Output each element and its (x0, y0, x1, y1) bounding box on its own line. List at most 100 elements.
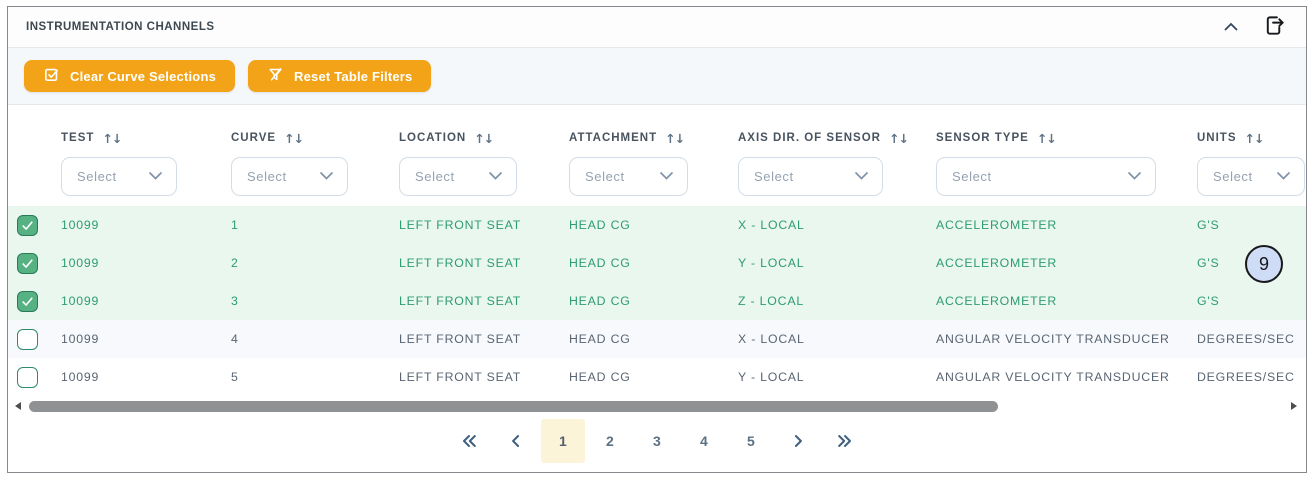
page-button-2[interactable]: 2 (588, 419, 632, 463)
filter-select-value: Select (754, 169, 794, 184)
scroll-left-arrow[interactable] (15, 402, 21, 410)
column-label: LOCATION (399, 132, 467, 144)
table-body: 10099 1 LEFT FRONT SEAT HEAD CG X - LOCAL ACC… (8, 206, 1306, 396)
column-sort-header-location[interactable]: LOCATION ↑↓ (399, 126, 569, 150)
clear-curve-selections-label: Clear Curve Selections (70, 68, 217, 84)
sort-arrows-icon[interactable]: ↑↓ (889, 131, 909, 146)
filter-select-value: Select (952, 169, 992, 184)
cell-test: 10099 (61, 218, 100, 232)
table-row[interactable]: 10099 1 LEFT FRONT SEAT HEAD CG X - LOCAL ACC… (8, 206, 1306, 244)
filter-select-value: Select (585, 169, 625, 184)
filter-select-attachment[interactable]: Select (569, 157, 688, 196)
cell-test: 10099 (61, 370, 100, 384)
sort-arrows-icon[interactable]: ↑↓ (665, 131, 685, 146)
checkbox-cell (8, 214, 61, 236)
filter-select-value: Select (247, 169, 287, 184)
page-button-3[interactable]: 3 (635, 419, 679, 463)
sort-arrows-icon[interactable]: ↑↓ (474, 131, 494, 146)
reset-table-filters-button[interactable]: Reset Table Filters (248, 60, 432, 92)
filter-select-location[interactable]: Select (399, 157, 517, 196)
first-page-button[interactable] (447, 419, 491, 463)
checkbox-cell (8, 366, 61, 388)
sort-arrows-icon[interactable]: ↑↓ (284, 131, 304, 146)
column-header-location: LOCATION ↑↓ Select (399, 126, 569, 206)
sort-arrows-icon[interactable]: ↑↓ (102, 131, 122, 146)
row-checkbox[interactable] (17, 366, 38, 388)
filter-off-icon (267, 66, 284, 86)
cell-attachment: HEAD CG (569, 294, 631, 308)
table-row[interactable]: 10099 5 LEFT FRONT SEAT HEAD CG Y - LOCAL ANG… (8, 358, 1306, 396)
column-header-axis: AXIS DIR. OF SENSOR ↑↓ Select (738, 126, 936, 206)
filter-select-axis[interactable]: Select (738, 157, 883, 196)
column-label: UNITS (1197, 132, 1237, 144)
filter-select-value: Select (1213, 169, 1253, 184)
column-label: AXIS DIR. OF SENSOR (738, 132, 881, 144)
cell-units: DEGREES/SEC (1197, 332, 1295, 346)
cell-location: LEFT FRONT SEAT (399, 370, 522, 384)
previous-page-button[interactable] (494, 419, 538, 463)
cell-sensor: ANGULAR VELOCITY TRANSDUCER (936, 332, 1170, 346)
sort-arrows-icon[interactable]: ↑↓ (1245, 131, 1265, 146)
cell-axis: Y - LOCAL (738, 256, 805, 270)
column-label: ATTACHMENT (569, 132, 658, 144)
column-sort-header-units[interactable]: UNITS ↑↓ (1197, 126, 1306, 150)
table-row[interactable]: 10099 4 LEFT FRONT SEAT HEAD CG X - LOCAL ANG… (8, 320, 1306, 358)
column-header-attachment: ATTACHMENT ↑↓ Select (569, 126, 738, 206)
filter-select-sensor[interactable]: Select (936, 157, 1156, 196)
sort-arrows-icon[interactable]: ↑↓ (1037, 131, 1057, 146)
chevron-up-icon (1223, 20, 1238, 34)
next-page-button[interactable] (776, 419, 820, 463)
collapse-panel-button[interactable] (1223, 20, 1238, 34)
last-page-button[interactable] (823, 419, 867, 463)
chevron-left-icon (506, 431, 526, 451)
column-label: CURVE (231, 132, 277, 144)
scroll-right-arrow[interactable] (1291, 402, 1297, 410)
filter-select-test[interactable]: Select (61, 157, 177, 196)
cell-location: LEFT FRONT SEAT (399, 256, 522, 270)
chevron-down-icon (659, 168, 674, 186)
table-header-row: TEST ↑↓ Select CURVE ↑↓ Select LOCATION ↑↓ Selec… (8, 105, 1306, 206)
cell-attachment: HEAD CG (569, 332, 631, 346)
filter-select-units[interactable]: Select (1197, 157, 1305, 196)
row-checkbox[interactable] (17, 214, 38, 236)
cell-sensor: ANGULAR VELOCITY TRANSDUCER (936, 370, 1170, 384)
checkbox-checked-icon (43, 66, 60, 86)
checkbox-cell (8, 252, 61, 274)
page-button-4[interactable]: 4 (682, 419, 726, 463)
column-sort-header-test[interactable]: TEST ↑↓ (61, 126, 231, 150)
cell-curve: 1 (231, 218, 239, 232)
chevron-down-icon (319, 168, 334, 186)
clear-curve-selections-button[interactable]: Clear Curve Selections (24, 60, 236, 92)
filter-select-value: Select (77, 169, 117, 184)
filter-select-curve[interactable]: Select (231, 157, 348, 196)
cell-location: LEFT FRONT SEAT (399, 218, 522, 232)
chevrons-left-icon (459, 431, 479, 451)
row-checkbox[interactable] (17, 252, 38, 274)
file-export-icon (1263, 14, 1286, 40)
table-row[interactable]: 10099 3 LEFT FRONT SEAT HEAD CG Z - LOCAL ACC… (8, 282, 1306, 320)
row-checkbox[interactable] (17, 328, 38, 350)
column-sort-header-curve[interactable]: CURVE ↑↓ (231, 126, 399, 150)
column-sort-header-axis[interactable]: AXIS DIR. OF SENSOR ↑↓ (738, 126, 936, 150)
reset-table-filters-label: Reset Table Filters (294, 68, 413, 84)
cell-units: DEGREES/SEC (1197, 370, 1295, 384)
column-header-curve: CURVE ↑↓ Select (231, 126, 399, 206)
row-checkbox[interactable] (17, 290, 38, 312)
column-sort-header-sensor[interactable]: SENSOR TYPE ↑↓ (936, 126, 1197, 150)
chevron-down-icon (148, 168, 163, 186)
table-row[interactable]: 10099 2 LEFT FRONT SEAT HEAD CG Y - LOCAL ACC… (8, 244, 1306, 282)
chevron-down-icon (854, 168, 869, 186)
export-button[interactable] (1263, 14, 1286, 40)
cell-attachment: HEAD CG (569, 370, 631, 384)
column-label: TEST (61, 132, 95, 144)
cell-curve: 5 (231, 370, 239, 384)
cell-units: G'S (1197, 218, 1220, 232)
scrollbar-thumb[interactable] (29, 401, 998, 412)
instrumentation-channels-panel: INSTRUMENTATION CHANNELS Clear Curve Sel… (7, 6, 1307, 473)
cell-curve: 3 (231, 294, 239, 308)
page-button-5[interactable]: 5 (729, 419, 773, 463)
page-button-1[interactable]: 1 (541, 419, 585, 463)
cell-attachment: HEAD CG (569, 218, 631, 232)
column-sort-header-attachment[interactable]: ATTACHMENT ↑↓ (569, 126, 738, 150)
cell-location: LEFT FRONT SEAT (399, 294, 522, 308)
